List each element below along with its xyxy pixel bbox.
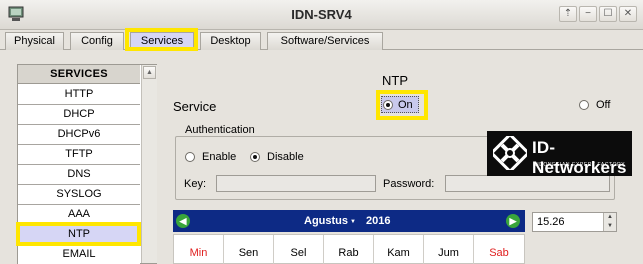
auth-enable-label: Enable (202, 151, 237, 163)
day-name-jum: Jum (424, 235, 474, 264)
tab-software-services[interactable]: Software/Services (267, 32, 383, 50)
key-label: Key: (184, 178, 207, 190)
maximize-button[interactable]: ☐ (599, 6, 617, 22)
tab-bar: Physical Config Services Desktop Softwar… (0, 30, 643, 50)
auth-disable-radio[interactable] (250, 152, 260, 162)
service-item-dhcpv6[interactable]: DHCPv6 (18, 125, 140, 145)
services-list: SERVICES HTTP DHCP DHCPv6 TFTP DNS SYSLO… (17, 64, 157, 264)
auth-disable-label: Disable (267, 151, 304, 163)
restore-icon[interactable]: ⇡ (559, 6, 577, 22)
ntp-on-label: On (398, 99, 413, 111)
time-down-icon[interactable]: ▼ (603, 222, 616, 231)
calendar-header: ◀ Agustus ▼ 2016 ▶ (173, 210, 525, 232)
day-name-sen: Sen (224, 235, 274, 264)
service-item-ntp[interactable]: NTP (18, 225, 140, 245)
prev-month-icon[interactable]: ◀ (176, 214, 190, 228)
service-item-email[interactable]: EMAIL (18, 245, 140, 264)
key-field[interactable] (216, 175, 376, 192)
day-name-rab: Rab (324, 235, 374, 264)
title-bar: IDN-SRV4 ⇡ − ☐ ✕ (0, 0, 643, 30)
next-month-icon[interactable]: ▶ (506, 214, 520, 228)
tab-config[interactable]: Config (70, 32, 124, 50)
ntp-off-label: Off (596, 99, 611, 111)
service-item-syslog[interactable]: SYSLOG (18, 185, 140, 205)
calendar-year[interactable]: 2016 (366, 215, 390, 227)
tab-services[interactable]: Services (130, 32, 194, 50)
page-title: NTP (382, 73, 408, 88)
password-label: Password: (383, 178, 435, 190)
id-networkers-logo: ID-Networkers INDONESIAN EXPERT FACTORY (487, 131, 632, 177)
logo-tagline: INDONESIAN EXPERT FACTORY (533, 162, 626, 168)
service-item-tftp[interactable]: TFTP (18, 145, 140, 165)
day-name-sel: Sel (274, 235, 324, 264)
day-name-sab: Sab (489, 247, 509, 259)
logo-name: ID-Networkers (532, 138, 627, 177)
scroll-up-icon[interactable]: ▲ (143, 66, 156, 79)
month-dropdown-icon[interactable]: ▼ (350, 219, 356, 225)
services-header: SERVICES (18, 65, 140, 84)
service-item-dhcp[interactable]: DHCP (18, 105, 140, 125)
service-item-http[interactable]: HTTP (18, 85, 140, 105)
services-scrollbar[interactable]: ▲ (141, 65, 157, 263)
auth-enable-radio[interactable] (185, 152, 195, 162)
tab-physical[interactable]: Physical (5, 32, 64, 50)
service-item-dns[interactable]: DNS (18, 165, 140, 185)
time-up-icon[interactable]: ▲ (603, 213, 616, 222)
tab-desktop[interactable]: Desktop (200, 32, 261, 50)
day-name-kam: Kam (374, 235, 424, 264)
day-name-min: Min (174, 235, 224, 264)
minimize-button[interactable]: − (579, 6, 597, 22)
ntp-off-radio[interactable] (579, 100, 589, 110)
window-title: IDN-SRV4 (291, 7, 352, 22)
service-label: Service (173, 99, 217, 114)
close-button[interactable]: ✕ (619, 6, 637, 22)
service-item-aaa[interactable]: AAA (18, 205, 140, 225)
calendar-month[interactable]: Agustus (304, 215, 348, 227)
calendar-days: Min Sen Sel Rab Kam Jum Sab (173, 234, 525, 264)
authentication-legend: Authentication (182, 124, 258, 136)
ntp-on-radio[interactable] (383, 100, 393, 110)
id-networkers-mark-icon (493, 136, 527, 170)
